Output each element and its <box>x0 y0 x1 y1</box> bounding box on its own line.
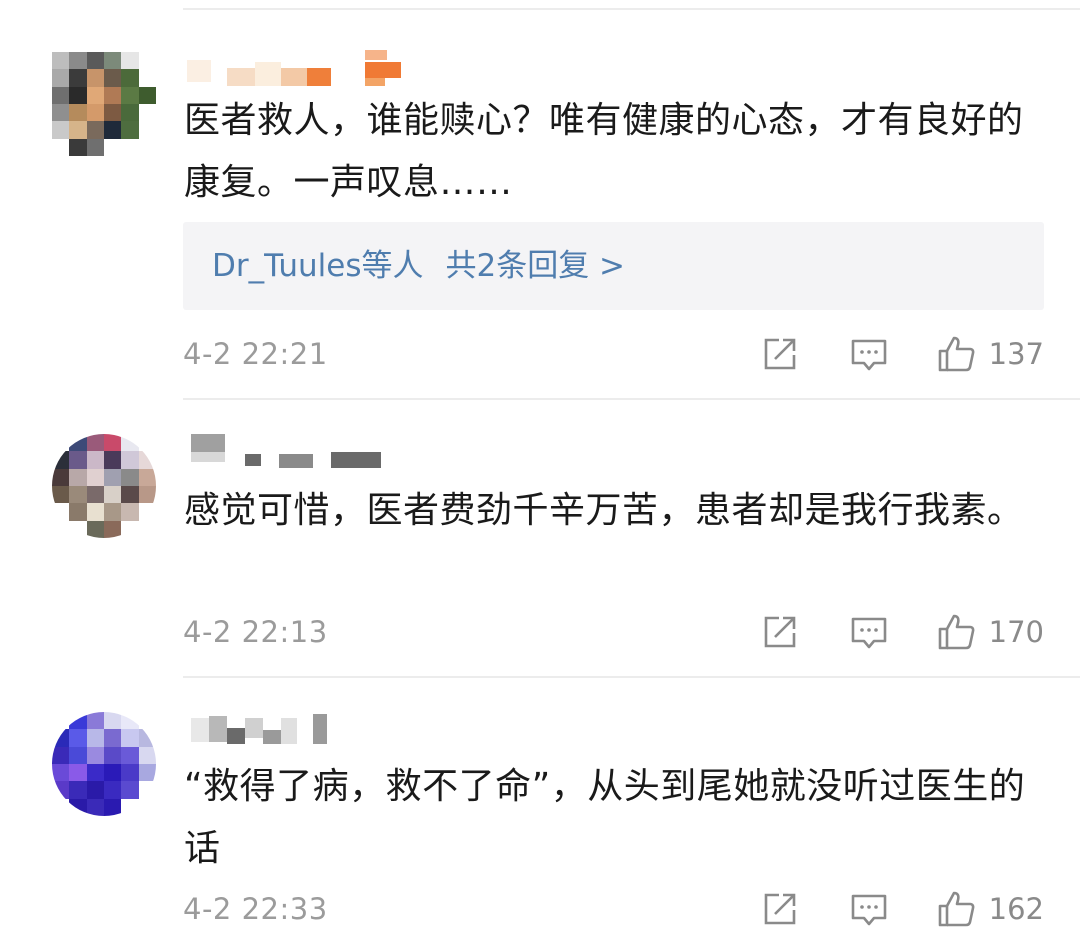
comment-text: 感觉可惜，医者费劲千辛万苦，患者却是我行我素。 <box>184 490 1024 531</box>
reply-count[interactable]: 共2条回复 > <box>445 248 625 284</box>
avatar[interactable] <box>52 712 156 816</box>
avatar[interactable] <box>52 434 156 538</box>
thumbs-up-icon[interactable] <box>937 335 975 373</box>
thumbs-up-icon[interactable] <box>937 890 975 928</box>
comment-text: 医者救人，谁能赎心？唯有健康的心态，才有良好的康复。一声叹息…… <box>184 100 1024 203</box>
comment-divider <box>183 398 1080 400</box>
username[interactable] <box>187 708 417 752</box>
replies-link[interactable]: Dr_Tuules等人 共2条回复 > <box>183 222 1044 310</box>
comment-time: 4-2 22:33 <box>183 892 328 926</box>
like-count: 162 <box>988 892 1044 926</box>
share-icon[interactable] <box>761 890 799 928</box>
top-divider <box>183 8 1080 10</box>
comment-time: 4-2 22:21 <box>183 337 328 371</box>
like-count: 170 <box>988 615 1044 649</box>
avatar[interactable] <box>52 52 156 156</box>
comment-meta: 4-2 22:13 170 <box>183 609 1044 655</box>
username[interactable] <box>187 48 417 92</box>
comment-icon[interactable] <box>850 335 888 373</box>
thumbs-up-icon[interactable] <box>937 613 975 651</box>
share-icon[interactable] <box>761 613 799 651</box>
reply-authors[interactable]: Dr_Tuules等人 <box>212 248 423 284</box>
share-icon[interactable] <box>761 335 799 373</box>
username[interactable] <box>187 430 417 474</box>
comment-icon[interactable] <box>850 890 888 928</box>
like-count: 137 <box>988 337 1044 371</box>
comment-meta: 4-2 22:21 137 <box>183 331 1044 377</box>
comment-icon[interactable] <box>850 613 888 651</box>
comment-time: 4-2 22:13 <box>183 615 328 649</box>
comment-divider <box>183 676 1080 678</box>
comment-meta: 4-2 22:33 162 <box>183 886 1044 932</box>
comment-text: “救得了病，救不了命”，从头到尾她就没听过医生的话 <box>184 766 1026 869</box>
